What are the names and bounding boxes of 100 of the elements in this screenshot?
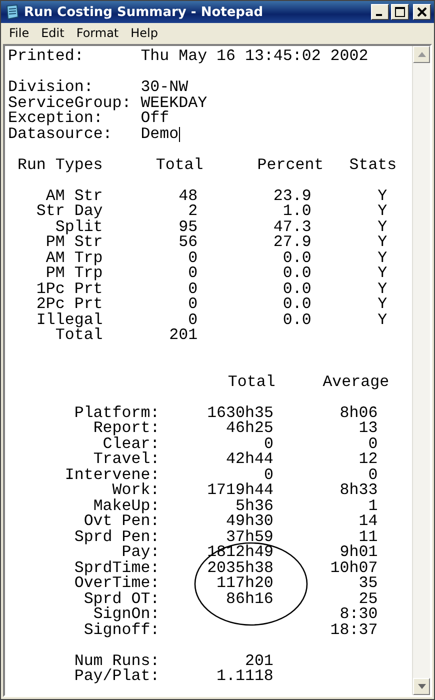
menu-item[interactable]: Help (124, 26, 164, 40)
field-value: WEEKDAY (140, 96, 208, 111)
summary-value: 201 (244, 654, 274, 669)
minimize-button[interactable] (371, 4, 389, 20)
stats-value: Y (376, 312, 388, 328)
total-value: 49h30 (226, 512, 274, 530)
scroll-down-button[interactable] (413, 678, 430, 695)
average-value: 18:37 (330, 620, 378, 638)
total-value: 1719h44 (207, 481, 274, 499)
total-value: 46h25 (226, 419, 274, 437)
stats-value: Y (376, 250, 388, 266)
total-value: 117h20 (216, 574, 274, 592)
average-value: 25 (358, 590, 378, 608)
total-value: 1630h35 (207, 404, 274, 422)
percent-value: 27.9 (272, 235, 312, 250)
run-type-label: Split (54, 220, 103, 235)
total-value: 2 (187, 204, 198, 220)
stats-value: Y (376, 282, 388, 297)
maximize-button[interactable] (391, 4, 409, 20)
average-value: 9h01 (340, 543, 378, 561)
run-type-label: 2Pc Prt (35, 297, 103, 312)
total-value: 0 (188, 312, 198, 328)
stats-value: Y (376, 188, 388, 204)
field-label: Datasource: (8, 126, 114, 142)
stats-value: Y (376, 235, 388, 250)
time-label: Clear: (102, 436, 160, 452)
stats-value: Y (376, 220, 388, 235)
field-value: Demo (140, 126, 179, 142)
scrollbar[interactable] (412, 46, 430, 695)
time-label: SignOn: (93, 607, 160, 622)
percent-value: 0.0 (282, 297, 312, 312)
menu-item[interactable]: File (3, 26, 36, 40)
average-value: 13 (358, 419, 378, 437)
column-header: Stats (348, 158, 397, 173)
window-title: Run Costing Summary - Notepad (24, 4, 264, 20)
total-label: Total (55, 328, 103, 344)
run-type-label: Illegal (35, 312, 103, 328)
average-value: 0 (368, 434, 378, 452)
average-value: 12 (358, 450, 378, 468)
time-label: Platform: (73, 406, 160, 421)
menu-item[interactable]: Format (70, 26, 125, 40)
column-header: Total (154, 158, 204, 173)
time-label: Ovt Pen: (84, 514, 160, 530)
average-value: 8h33 (340, 481, 378, 499)
field-value: Thu May 16 13:45:02 2002 (140, 49, 368, 64)
total-value: 86h16 (226, 590, 274, 608)
percent-value: 0.0 (282, 282, 312, 297)
run-type-label: PM Str (44, 235, 103, 250)
average-value: 35 (358, 574, 378, 592)
time-label: MakeUp: (93, 498, 160, 514)
percent-value: 0.0 (282, 250, 312, 266)
notepad-icon (4, 4, 20, 20)
field-label: Printed: (8, 49, 85, 64)
total-value: 56 (178, 235, 198, 250)
percent-value: 0.0 (282, 266, 312, 282)
percent-value: 1.0 (282, 204, 312, 220)
summary-label: Num Runs: (73, 654, 160, 669)
total-value: 0 (187, 266, 198, 282)
time-label: SprdTime: (73, 560, 160, 576)
stats-value: Y (376, 266, 388, 282)
total-value: 0 (264, 466, 274, 484)
percent-value: 23.9 (272, 188, 312, 204)
total-value: 0 (187, 282, 198, 297)
menu-item[interactable]: Edit (35, 26, 70, 40)
total-value: 2035h38 (207, 558, 274, 576)
average-value: 8h06 (340, 404, 378, 422)
average-value: 14 (358, 512, 378, 530)
stats-value: Y (376, 297, 388, 312)
stats-value: Y (376, 204, 388, 220)
time-label: Signoff: (82, 622, 160, 638)
average-value: 10h07 (330, 558, 378, 576)
average-value: 1 (368, 496, 378, 514)
total-value: 48 (178, 188, 198, 204)
run-type-label: Str Day (35, 204, 103, 220)
average-value: 0 (368, 466, 378, 484)
average-value: 11 (358, 528, 378, 546)
field-label: ServiceGroup: (8, 96, 132, 111)
maximize-icon (395, 7, 405, 17)
time-label: Sprd OT: (82, 592, 160, 607)
field-label: Exception: (8, 111, 103, 126)
total-value: 0 (187, 250, 198, 266)
percent-value: 0.0 (282, 312, 312, 328)
scroll-up-button[interactable] (413, 46, 430, 63)
time-label: OverTime: (73, 576, 160, 592)
total-value: 201 (168, 328, 198, 344)
total-value: 5h36 (236, 496, 274, 514)
time-label: Travel: (92, 452, 160, 468)
time-label: Report: (92, 421, 160, 436)
time-label: Work: (112, 483, 160, 498)
average-value: 8:30 (340, 605, 378, 623)
total-value: 37h59 (226, 528, 274, 546)
run-type-label: AM Str (46, 188, 103, 204)
percent-value: 47.3 (272, 220, 312, 235)
time-label: Intervene: (64, 468, 160, 483)
summary-label: Pay/Plat: (73, 669, 160, 684)
field-value: 30-NW (140, 80, 188, 96)
close-button[interactable] (413, 4, 431, 20)
time-label: Pay: (122, 545, 160, 560)
run-type-label: AM Trp (44, 250, 103, 266)
minimize-icon (376, 14, 382, 16)
